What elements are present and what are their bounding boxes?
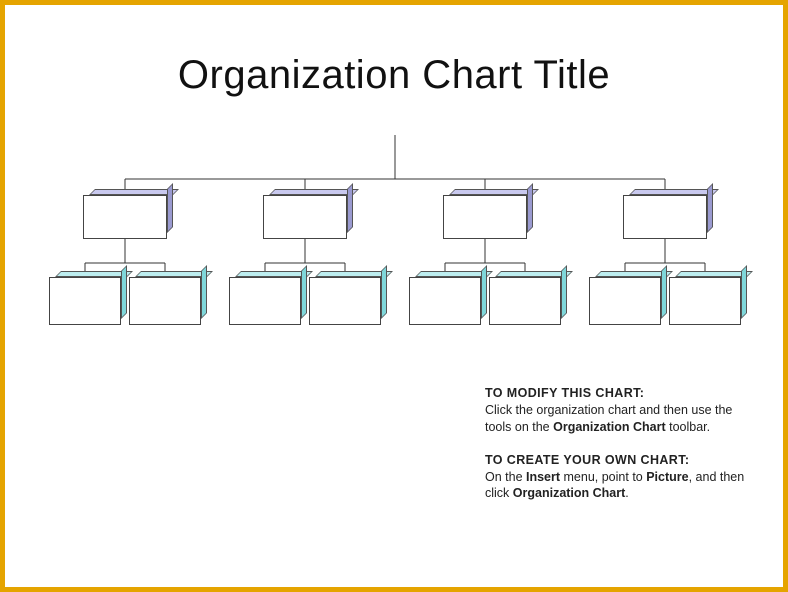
create-heading: TO CREATE YOUR OWN CHART: bbox=[485, 453, 689, 467]
org-node-level2[interactable] bbox=[443, 195, 527, 239]
create-text-lead: On the bbox=[485, 470, 526, 484]
create-text-tail: . bbox=[625, 486, 628, 500]
modify-text-tail: toolbar. bbox=[666, 420, 710, 434]
org-node-level2[interactable] bbox=[623, 195, 707, 239]
org-node-level2[interactable] bbox=[83, 195, 167, 239]
create-bold-picture: Picture bbox=[646, 470, 688, 484]
org-node-level3[interactable] bbox=[49, 277, 121, 325]
org-chart[interactable] bbox=[35, 135, 755, 355]
page-title: Organization Chart Title bbox=[5, 53, 783, 98]
org-node-level3[interactable] bbox=[229, 277, 301, 325]
modify-heading: TO MODIFY THIS CHART: bbox=[485, 386, 644, 400]
org-node-level3[interactable] bbox=[489, 277, 561, 325]
create-text-mid1: menu, point to bbox=[560, 470, 646, 484]
org-node-level3[interactable] bbox=[409, 277, 481, 325]
org-node-level3[interactable] bbox=[309, 277, 381, 325]
page: Organization Chart Title bbox=[0, 0, 788, 592]
create-instructions: TO CREATE YOUR OWN CHART: On the Insert … bbox=[485, 452, 745, 503]
org-node-level3[interactable] bbox=[129, 277, 201, 325]
org-node-level3[interactable] bbox=[589, 277, 661, 325]
modify-instructions: TO MODIFY THIS CHART: Click the organiza… bbox=[485, 385, 745, 436]
org-node-level3[interactable] bbox=[669, 277, 741, 325]
instructions-panel: TO MODIFY THIS CHART: Click the organiza… bbox=[485, 385, 745, 518]
create-bold-orgchart: Organization Chart bbox=[513, 486, 626, 500]
create-bold-insert: Insert bbox=[526, 470, 560, 484]
org-node-level2[interactable] bbox=[263, 195, 347, 239]
modify-bold-orgchart: Organization Chart bbox=[553, 420, 666, 434]
